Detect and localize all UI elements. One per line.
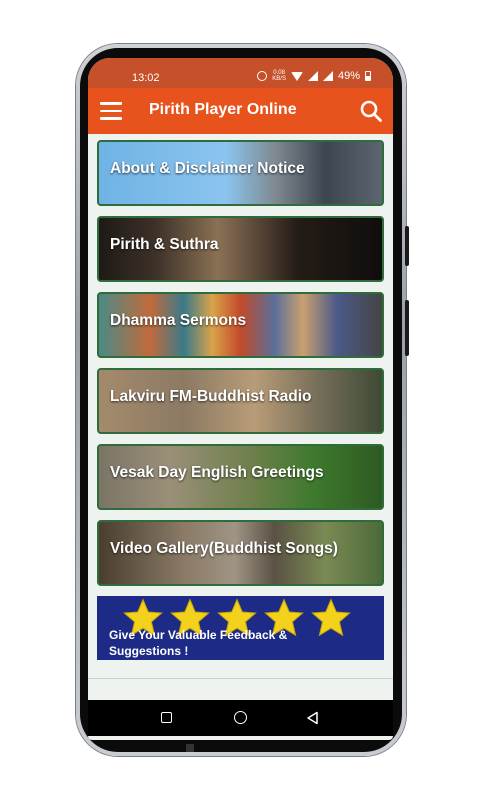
menu-card-label: Lakviru FM-Buddhist Radio [110, 388, 312, 405]
phone-screen: 13:02 0.08 KB/S 49% Pirith Player Online… [88, 58, 393, 740]
power-button [405, 226, 409, 266]
wifi-icon [290, 71, 303, 81]
menu-card-label: Vesak Day English Greetings [110, 464, 324, 481]
menu-card-lakviru-fm-radio[interactable]: Lakviru FM-Buddhist Radio [97, 368, 384, 434]
system-nav-bar [88, 700, 393, 736]
battery-percent: 49% [337, 70, 360, 82]
feedback-label: Give Your Valuable Feedback & Suggestion… [109, 628, 288, 658]
app-title: Pirith Player Online [149, 101, 297, 118]
menu-card-label: Video Gallery(Buddhist Songs) [110, 540, 338, 557]
phone-bottom-nub [186, 744, 194, 752]
menu-card-dhamma-sermons[interactable]: Dhamma Sermons [97, 292, 384, 358]
status-bar: 13:02 0.08 KB/S 49% [88, 58, 393, 88]
home-icon[interactable] [234, 711, 247, 724]
hamburger-menu-icon[interactable] [100, 102, 122, 120]
back-icon[interactable] [306, 711, 320, 725]
feedback-banner[interactable]: Give Your Valuable Feedback & Suggestion… [97, 596, 384, 660]
search-icon[interactable] [359, 99, 383, 123]
app-bar: Pirith Player Online [88, 88, 393, 134]
menu-card-label: About & Disclaimer Notice [110, 160, 305, 177]
signal-icon-2 [322, 71, 333, 81]
menu-card-label: Pirith & Suthra [110, 236, 219, 253]
menu-card-pirith-suthra[interactable]: Pirith & Suthra [97, 216, 384, 282]
recents-icon[interactable] [161, 712, 172, 723]
status-time: 13:02 [132, 72, 160, 84]
signal-icon [307, 71, 318, 81]
menu-card-video-gallery[interactable]: Video Gallery(Buddhist Songs) [97, 520, 384, 586]
menu-card-label: Dhamma Sermons [110, 312, 247, 329]
network-speed-unit: KB/S [272, 76, 286, 82]
network-speed: 0.08 KB/S [272, 70, 286, 82]
divider [88, 678, 393, 679]
battery-icon [365, 71, 371, 81]
volume-button [405, 300, 409, 356]
menu-card-vesak-greetings[interactable]: Vesak Day English Greetings [97, 444, 384, 510]
status-icons: 0.08 KB/S 49% [257, 70, 371, 82]
menu-card-about-disclaimer[interactable]: About & Disclaimer Notice [97, 140, 384, 206]
alarm-icon [257, 71, 268, 81]
